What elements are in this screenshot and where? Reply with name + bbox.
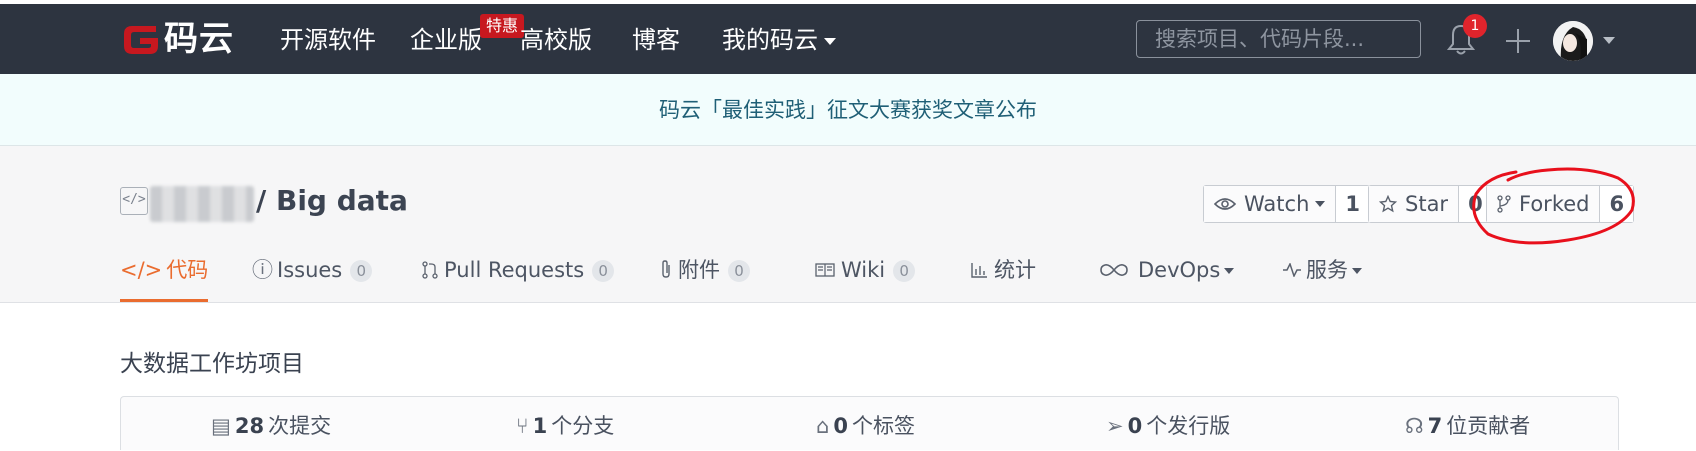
bar-chart-icon — [971, 263, 987, 278]
tab-wiki-label: Wiki — [841, 258, 886, 282]
code-icon: </> — [120, 258, 163, 282]
search-input[interactable] — [1136, 20, 1421, 58]
commits-label: 次提交 — [268, 414, 332, 438]
issues-count-badge: 0 — [350, 260, 373, 282]
nav-university[interactable]: 高校版 — [520, 24, 592, 56]
commits-count: 28 — [234, 414, 265, 438]
tab-services-label: 服务 — [1306, 258, 1348, 282]
code-repo-icon: </> — [120, 187, 148, 215]
star-label: Star — [1405, 192, 1449, 216]
watch-button-group: Watch 1 — [1203, 185, 1371, 223]
nav-my-gitee[interactable]: 我的码云 — [722, 24, 836, 56]
forked-button[interactable]: Forked — [1487, 186, 1601, 222]
repo-name[interactable]: / Big data — [256, 184, 408, 217]
releases-count: 0 — [1127, 414, 1143, 438]
avatar-image — [1553, 21, 1593, 61]
forked-label: Forked — [1519, 192, 1590, 216]
eye-icon — [1214, 198, 1236, 210]
tab-issues-label: Issues — [277, 258, 343, 282]
tags-label: 个标签 — [851, 414, 915, 438]
paperclip-icon — [662, 260, 670, 278]
tab-statistics-label: 统计 — [994, 258, 1036, 282]
repo-stats-bar: ▤ 28 次提交 ⑂ 1 个分支 ⌂ 0 个标签 ➢ 0 个发行版 ☊ 7 位贡献者 — [120, 396, 1619, 450]
tab-attachments[interactable]: 附件 0 — [660, 242, 750, 302]
pull-request-icon — [422, 261, 438, 279]
chevron-down-icon — [824, 37, 836, 45]
top-navbar: 码云 开源软件 企业版 特惠 高校版 博客 我的码云 1 — [0, 4, 1696, 74]
branches-count: 1 — [532, 414, 548, 438]
chevron-down-icon — [1224, 268, 1235, 274]
watch-button[interactable]: Watch — [1204, 186, 1337, 222]
fork-count[interactable]: 6 — [1600, 186, 1634, 222]
nav-open-source[interactable]: 开源软件 — [280, 24, 376, 56]
tab-services[interactable]: 服务 — [1282, 242, 1362, 302]
wiki-count-badge: 0 — [893, 260, 916, 282]
announcement-link[interactable]: 码云「最佳实践」征文大赛获奖文章公布 — [659, 98, 1037, 122]
avatar-chevron-down-icon[interactable] — [1603, 37, 1615, 44]
stat-branches[interactable]: ⑂ 1 个分支 — [516, 410, 614, 440]
notification-count-badge: 1 — [1463, 14, 1487, 38]
book-icon — [815, 263, 835, 277]
branches-label: 个分支 — [551, 414, 615, 438]
commit-icon: ▤ — [211, 414, 231, 438]
contributors-count: 7 — [1427, 414, 1443, 438]
contributors-icon: ☊ — [1405, 414, 1424, 438]
tag-icon: ⌂ — [816, 414, 830, 438]
repo-description: 大数据工作坊项目 — [120, 351, 304, 377]
tags-count: 0 — [833, 414, 848, 438]
user-avatar[interactable] — [1553, 21, 1593, 61]
logo-g-icon — [124, 26, 158, 54]
repo-header: </> / Big data Watch 1 Star 0 Forked 6 <… — [0, 146, 1696, 303]
star-button-group: Star 0 — [1368, 185, 1493, 223]
announcement-banner: 码云「最佳实践」征文大赛获奖文章公布 — [0, 74, 1696, 146]
pull-requests-count-badge: 0 — [592, 260, 615, 282]
tab-statistics[interactable]: 统计 — [970, 242, 1036, 302]
star-button[interactable]: Star — [1369, 186, 1460, 222]
issue-icon: ⓘ — [252, 258, 273, 282]
stat-commits[interactable]: ▤ 28 次提交 — [211, 410, 331, 440]
nav-blog[interactable]: 博客 — [632, 24, 680, 56]
stat-contributors[interactable]: ☊ 7 位贡献者 — [1405, 410, 1530, 440]
tab-pull-requests[interactable]: Pull Requests 0 — [422, 242, 615, 302]
tab-wiki[interactable]: Wiki 0 — [815, 242, 916, 302]
nav-enterprise[interactable]: 企业版 — [410, 24, 482, 56]
star-icon — [1379, 195, 1397, 213]
repo-owner-redacted[interactable] — [150, 186, 254, 222]
contributors-label: 位贡献者 — [1446, 414, 1531, 438]
attachments-count-badge: 0 — [728, 260, 750, 282]
promo-badge: 特惠 — [480, 14, 525, 38]
gitee-logo[interactable]: 码云 — [120, 20, 234, 58]
send-icon: ➢ — [1106, 414, 1124, 438]
fork-button-group: Forked 6 — [1486, 185, 1635, 223]
activity-icon — [1283, 263, 1301, 277]
chevron-down-icon — [1315, 201, 1326, 207]
branch-icon: ⑂ — [516, 414, 529, 438]
nav-my-gitee-label: 我的码云 — [722, 26, 818, 54]
tab-devops-label: DevOps — [1138, 258, 1221, 282]
tab-pull-requests-label: Pull Requests — [444, 258, 585, 282]
stat-tags[interactable]: ⌂ 0 个标签 — [816, 410, 915, 440]
infinity-icon — [1100, 264, 1128, 276]
tab-attachments-label: 附件 — [678, 258, 720, 282]
plus-icon[interactable] — [1503, 26, 1533, 56]
logo-text: 码云 — [164, 19, 234, 59]
fork-icon — [1497, 195, 1511, 213]
tab-devops[interactable]: DevOps — [1100, 242, 1235, 302]
tab-code[interactable]: </> 代码 — [120, 242, 208, 302]
watch-count[interactable]: 1 — [1336, 186, 1370, 222]
tab-issues[interactable]: ⓘ Issues 0 — [252, 242, 373, 302]
tab-code-label: 代码 — [166, 258, 209, 282]
chevron-down-icon — [1352, 268, 1362, 274]
watch-label: Watch — [1244, 192, 1310, 216]
releases-label: 个发行版 — [1146, 414, 1231, 438]
stat-releases[interactable]: ➢ 0 个发行版 — [1106, 410, 1230, 440]
